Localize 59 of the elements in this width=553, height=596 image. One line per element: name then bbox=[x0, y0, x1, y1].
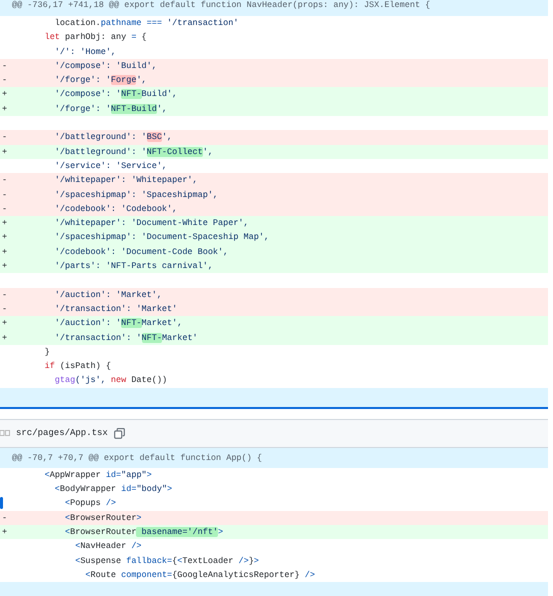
diff-sign: - bbox=[2, 290, 8, 300]
expand-bar[interactable] bbox=[0, 582, 548, 596]
diff-sign: - bbox=[2, 132, 8, 142]
diff-sign: - bbox=[2, 60, 8, 71]
diff-sign: - bbox=[2, 175, 8, 186]
diff-sign: + bbox=[2, 218, 8, 228]
code-line: '/transaction': 'NFT-Market' bbox=[54, 332, 198, 345]
diff-sign: + bbox=[2, 232, 8, 242]
code-line: <Suspense fallback={<TextLoader />}> bbox=[74, 554, 259, 568]
diff-sign: + bbox=[2, 246, 8, 257]
diff-sign: - bbox=[2, 512, 8, 523]
expand-bar[interactable] bbox=[0, 388, 548, 407]
diff-sign: + bbox=[2, 89, 8, 100]
code-line: '/auction': 'NFT-Market', bbox=[54, 317, 182, 330]
code-line: '/parts': 'NFT-Parts carnival', bbox=[54, 260, 213, 274]
diff-sign: - bbox=[2, 75, 8, 86]
code-line: '/service': 'Service', bbox=[54, 160, 168, 173]
code-line: '/battleground': 'BSC', bbox=[54, 131, 172, 144]
code-line: <Route component={GoogleAnalyticsReporter} /> bbox=[84, 568, 315, 582]
diff-sign: + bbox=[2, 104, 8, 114]
grip-icon[interactable] bbox=[0, 430, 10, 436]
code-line: '/forge': 'NFT-Build', bbox=[54, 102, 168, 116]
copy-icon[interactable] bbox=[114, 428, 125, 439]
code-line: '/compose': 'NFT-Build', bbox=[54, 88, 178, 102]
code-line: '/battleground': 'NFT-Collect', bbox=[54, 146, 213, 159]
file-name[interactable]: src/pages/App.tsx bbox=[16, 428, 108, 438]
code-line: '/codebook': 'Document-Code Book', bbox=[54, 246, 228, 259]
code-line: <BrowserRouter> bbox=[64, 512, 142, 525]
code-line: '/': 'Home', bbox=[54, 46, 116, 59]
diff-sign: + bbox=[2, 146, 8, 157]
hunk-header: @@ -70,7 +70,7 @@ export default function App() { bbox=[0, 448, 548, 468]
line-marker[interactable] bbox=[0, 497, 3, 510]
code-line: } bbox=[44, 346, 50, 359]
code-line: '/spaceshipmap': 'Document-Spaceship Map', bbox=[54, 231, 270, 244]
diff-sign: - bbox=[2, 304, 8, 314]
diff-sign: + bbox=[2, 332, 8, 343]
diff-sign: - bbox=[2, 190, 8, 200]
code-line: '/forge': 'Forge', bbox=[54, 74, 147, 88]
code-line: <NavHeader /> bbox=[74, 540, 142, 554]
diff-sign: + bbox=[2, 526, 8, 537]
diff-sign: - bbox=[2, 204, 8, 214]
code-line: '/compose': 'Build', bbox=[54, 60, 157, 73]
code-line: '/codebook': 'Codebook', bbox=[54, 202, 178, 216]
diff-sign: + bbox=[2, 318, 8, 328]
code-line: '/auction': 'Market', bbox=[54, 288, 162, 302]
code-line: location.pathname === '/transaction' bbox=[54, 17, 238, 30]
code-line: '/spaceshipmap': 'Spaceshipmap', bbox=[54, 188, 218, 202]
hunk-header: @@ -736,17 +741,18 @@ export default function NavHeader(props: any): JSX.Element { bbox=[0, 0, 548, 16]
diff-sign: + bbox=[2, 261, 8, 272]
code-line: '/whitepaper': 'Document-White Paper', bbox=[54, 217, 249, 230]
code-line: '/whitepaper': 'Whitepaper', bbox=[54, 174, 198, 188]
code-line: <BrowserRouter basename='/nft'> bbox=[64, 526, 224, 539]
code-line: if (isPath) { bbox=[44, 360, 111, 374]
code-line: let parhObj: any = { bbox=[44, 31, 147, 44]
code-line: gtag('js', new Date()) bbox=[54, 374, 168, 388]
code-line: <Popups /> bbox=[64, 497, 116, 510]
code-line: '/transaction': 'Market' bbox=[54, 302, 178, 316]
code-line: <AppWrapper id="app"> bbox=[44, 468, 152, 482]
code-line: <BodyWrapper id="body"> bbox=[54, 483, 172, 496]
